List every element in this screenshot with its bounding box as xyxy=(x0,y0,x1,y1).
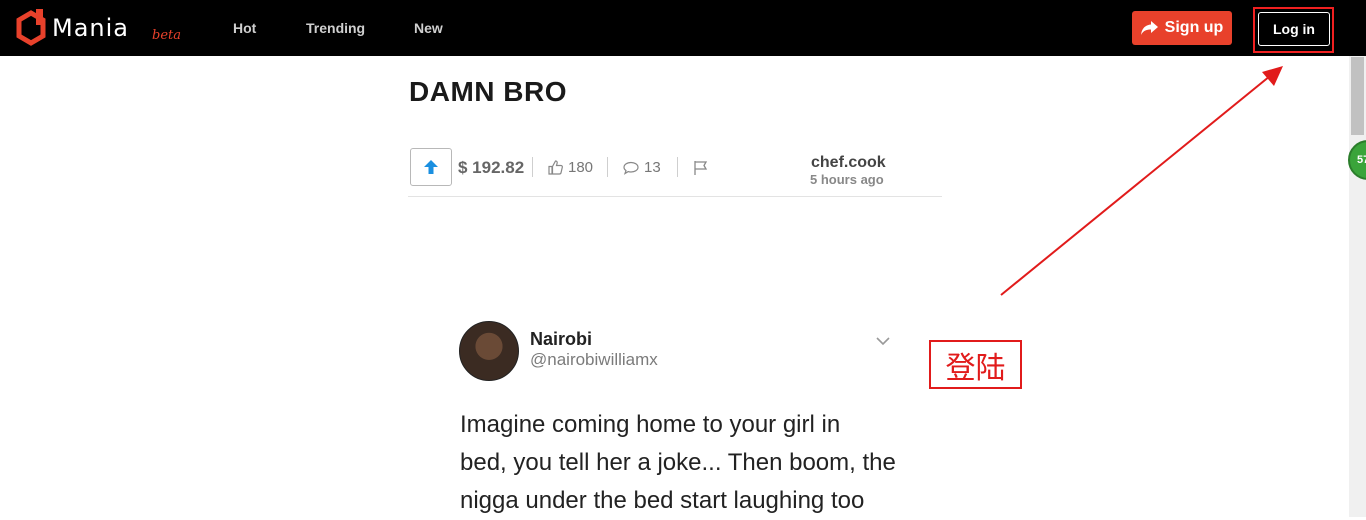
annotation-arrow xyxy=(1000,66,1283,296)
annotation-label: 登陆 xyxy=(929,340,1022,389)
